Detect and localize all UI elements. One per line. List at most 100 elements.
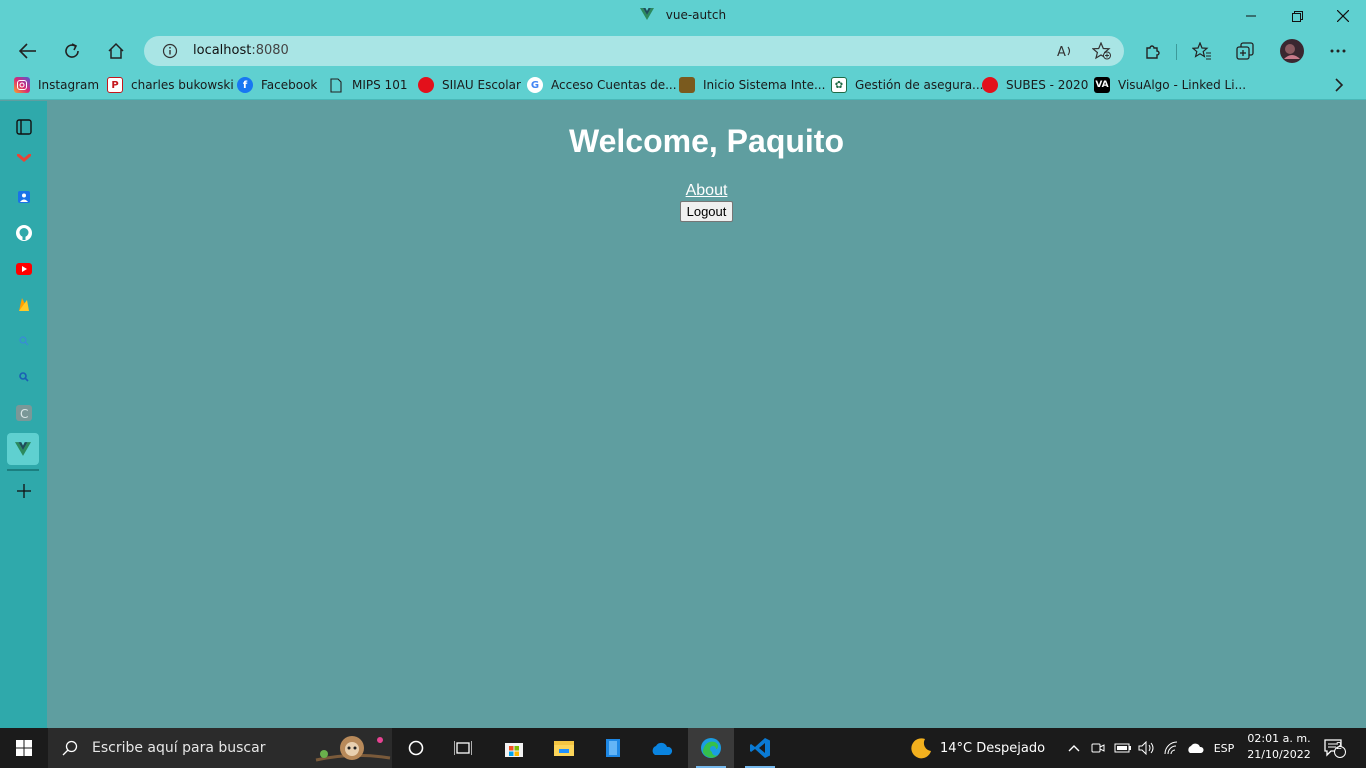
search-icon (62, 740, 78, 756)
siiau-icon (418, 77, 434, 93)
bookmark-facebook[interactable]: f Facebook (237, 76, 317, 94)
tab-title-area[interactable]: vue-autch (0, 8, 1366, 23)
firebase-icon[interactable] (12, 293, 36, 317)
home-button[interactable] (100, 36, 132, 66)
facebook-icon: f (237, 77, 253, 93)
p-icon: P (107, 77, 123, 93)
instagram-icon (14, 77, 30, 93)
imss-icon: ✿ (831, 77, 847, 93)
svg-text:C: C (20, 407, 28, 421)
logout-button[interactable]: Logout (679, 201, 734, 222)
edge-taskbar-icon[interactable] (688, 728, 734, 768)
volume-icon[interactable] (1136, 728, 1158, 768)
search-placeholder: Escribe aquí para buscar (92, 740, 266, 756)
page-icon (328, 77, 344, 93)
vscode-icon[interactable] (737, 728, 783, 768)
back-button[interactable] (12, 36, 44, 66)
tray-chevron-up-icon[interactable] (1064, 728, 1084, 768)
bookmarks-bar: Instagram P charles bukowski f Facebook … (0, 70, 1366, 100)
bookmark-label: VisuAlgo - Linked Li... (1118, 78, 1247, 92)
wifi-icon[interactable] (1160, 728, 1182, 768)
weather-text[interactable]: 14°C Despejado (940, 728, 1050, 768)
logout-wrapper: Logout (47, 201, 1366, 222)
tab-title: vue-autch (665, 8, 727, 22)
search-icon[interactable] (12, 365, 36, 389)
bookmark-label: Gestión de asegura... (855, 78, 984, 92)
bookmark-inicio-sistema[interactable]: Inicio Sistema Inte... (679, 76, 825, 94)
c-app-icon[interactable]: C (12, 401, 36, 425)
github-icon[interactable] (12, 221, 36, 245)
more-menu-icon[interactable] (1322, 36, 1354, 66)
taskbar-search[interactable]: Escribe aquí para buscar (48, 728, 392, 768)
about-nav: About (47, 182, 1366, 200)
address-bar[interactable]: localhost:8080 A (144, 36, 1124, 66)
youtube-icon[interactable] (12, 257, 36, 281)
page-content: Welcome, Paquito About Logout (47, 101, 1366, 728)
read-aloud-icon[interactable]: A (1056, 42, 1074, 65)
notifications-icon[interactable]: 2 (1318, 728, 1352, 768)
file-explorer-icon[interactable] (542, 728, 586, 768)
notes-app-icon[interactable] (591, 728, 635, 768)
clock[interactable]: 02:01 a. m. 21/10/2022 (1246, 731, 1312, 763)
clock-date: 21/10/2022 (1247, 748, 1311, 761)
url-text[interactable]: localhost:8080 (193, 43, 289, 58)
bookmark-label: SUBES - 2020 (1006, 78, 1089, 92)
search-icon[interactable] (12, 329, 36, 353)
title-bar: vue-autch (0, 0, 1366, 32)
url-host: localhost (193, 43, 252, 58)
bookmark-label: Instagram (38, 78, 100, 92)
onedrive-icon[interactable] (640, 728, 684, 768)
onedrive-tray-icon[interactable] (1184, 728, 1206, 768)
cortana-icon[interactable] (394, 728, 438, 768)
about-link[interactable]: About (686, 182, 728, 199)
vue-app-icon[interactable] (7, 433, 39, 465)
meet-now-icon[interactable] (1088, 728, 1108, 768)
browser-toolbar: localhost:8080 A (0, 32, 1366, 70)
toolbar-divider (1176, 44, 1177, 60)
google-icon: G (527, 77, 543, 93)
close-button[interactable] (1320, 0, 1366, 32)
task-view-icon[interactable] (441, 728, 485, 768)
sloth-doodle-icon (314, 730, 392, 768)
favorites-icon[interactable] (1186, 36, 1218, 66)
svg-text:A: A (1057, 45, 1066, 60)
clock-time: 02:01 a. m. (1247, 732, 1311, 745)
gmail-icon[interactable] (12, 147, 36, 171)
bookmark-gestion-asegura[interactable]: ✿ Gestión de asegura... (831, 76, 984, 94)
add-favorite-icon[interactable] (1091, 41, 1112, 65)
extensions-icon[interactable] (1137, 36, 1169, 66)
notification-count: 2 (1335, 741, 1343, 752)
language-indicator[interactable]: ESP (1210, 728, 1238, 768)
visualgo-icon: VA (1094, 77, 1110, 93)
refresh-button[interactable] (56, 36, 88, 66)
restore-button[interactable] (1274, 0, 1320, 32)
more-bookmarks-chevron-icon[interactable] (1334, 76, 1344, 94)
site-info-icon[interactable] (162, 43, 178, 64)
bookmark-visualgo[interactable]: VA VisuAlgo - Linked Li... (1094, 76, 1246, 94)
windows-start-icon[interactable] (0, 728, 48, 768)
microsoft-store-icon[interactable] (492, 728, 536, 768)
url-port: :8080 (251, 43, 289, 58)
contacts-icon[interactable] (12, 185, 36, 209)
taskbar: Escribe aquí para buscar 14°C Despejado (0, 728, 1366, 768)
vue-logo-icon (639, 8, 654, 23)
bookmark-instagram[interactable]: Instagram (14, 76, 99, 94)
crest-icon (679, 77, 695, 93)
bookmark-subes-2020[interactable]: SUBES - 2020 (982, 76, 1088, 94)
bookmark-label: Inicio Sistema Inte... (703, 78, 826, 92)
moon-weather-icon[interactable] (906, 728, 938, 768)
bookmark-label: Facebook (261, 78, 318, 92)
collections-icon[interactable] (1230, 36, 1262, 66)
bookmark-mips-101[interactable]: MIPS 101 (328, 76, 407, 94)
bookmark-acceso-cuentas[interactable]: G Acceso Cuentas de... (527, 76, 677, 94)
minimize-button[interactable] (1228, 0, 1274, 32)
add-app-icon[interactable] (12, 479, 36, 503)
bookmark-label: MIPS 101 (352, 78, 408, 92)
profile-avatar[interactable] (1276, 36, 1308, 66)
bookmark-siiau-escolar[interactable]: SIIAU Escolar (418, 76, 521, 94)
battery-icon[interactable] (1112, 728, 1134, 768)
bookmark-charles-bukowski[interactable]: P charles bukowski (107, 76, 234, 94)
red-dot-icon (982, 77, 998, 93)
tab-actions-icon[interactable] (12, 115, 36, 139)
bookmark-label: charles bukowski (131, 78, 234, 92)
